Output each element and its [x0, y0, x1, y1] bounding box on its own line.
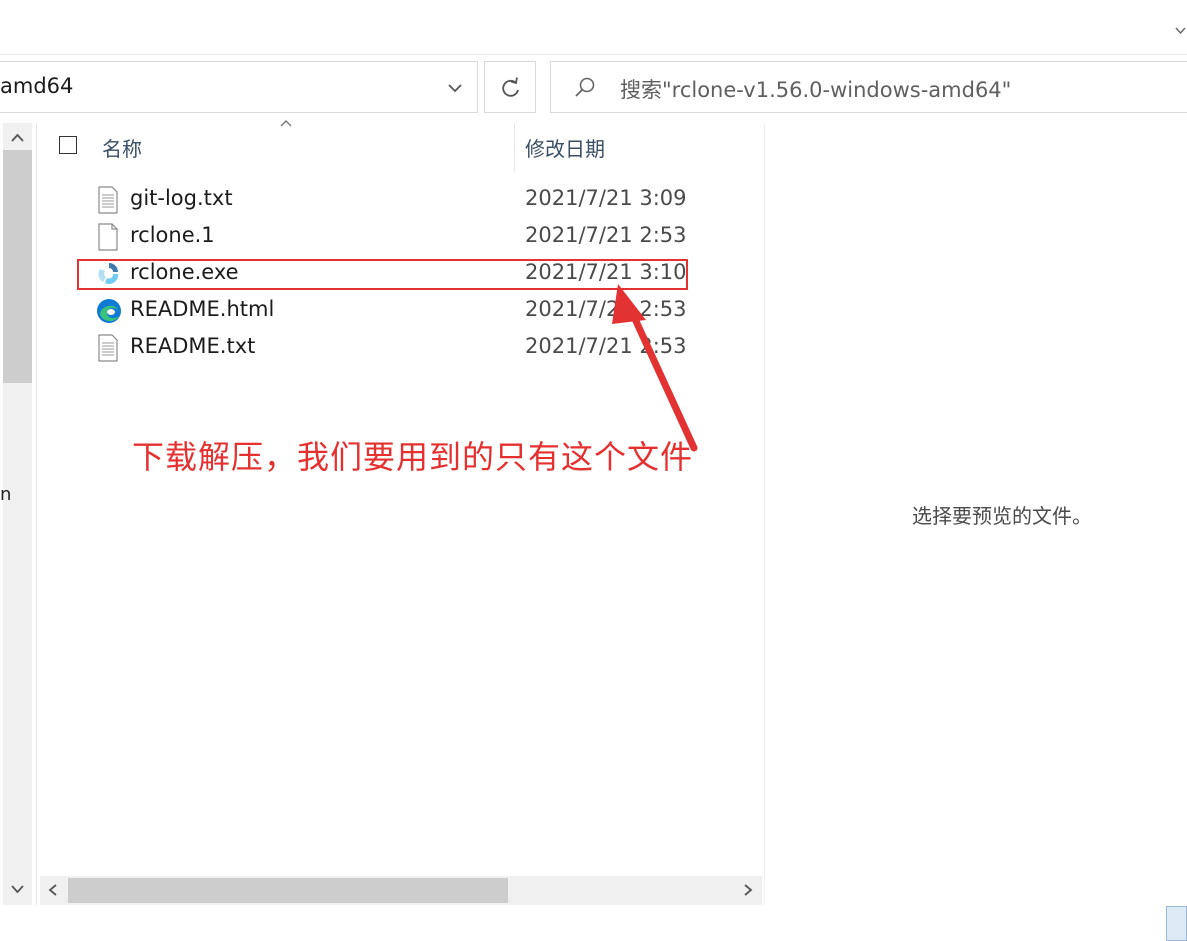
address-history-chevron-down-icon[interactable] [440, 76, 470, 100]
address-path[interactable]: amd64 [0, 74, 73, 98]
select-all-checkbox[interactable] [59, 136, 77, 154]
file-name[interactable]: README.txt [130, 334, 255, 358]
scroll-up-icon[interactable] [3, 126, 32, 150]
file-date: 2021/7/21 3:09 [525, 186, 687, 210]
nav-item-clipped-label[interactable]: n [0, 484, 11, 505]
file-date: 2021/7/21 2:53 [525, 223, 687, 247]
horizontal-scrollbar-thumb[interactable] [68, 878, 508, 903]
file-row[interactable]: git-log.txt 2021/7/21 3:09 [40, 182, 760, 218]
expand-ribbon-chevron-icon[interactable] [1174, 20, 1187, 40]
scroll-right-icon[interactable] [737, 878, 759, 902]
refresh-icon [502, 77, 519, 97]
nav-scrollbar-thumb[interactable] [3, 150, 32, 383]
search-input[interactable]: 搜索"rclone-v1.56.0-windows-amd64" [620, 74, 1011, 104]
file-row[interactable]: rclone.1 2021/7/21 2:53 [40, 219, 760, 255]
text-file-icon [95, 186, 121, 214]
details-view-icon[interactable] [1166, 906, 1187, 941]
column-divider[interactable] [514, 123, 515, 171]
annotation-caption: 下载解压，我们要用到的只有这个文件 [132, 438, 694, 476]
column-header-date-modified[interactable]: 修改日期 [525, 133, 605, 162]
refresh-button[interactable] [484, 61, 536, 113]
scroll-down-icon[interactable] [3, 877, 32, 901]
preview-pane-divider[interactable] [764, 123, 765, 905]
preview-empty-message: 选择要预览的文件。 [912, 504, 1092, 528]
sort-ascending-icon [279, 116, 293, 132]
file-name[interactable]: rclone.1 [130, 223, 215, 247]
search-icon [572, 74, 598, 100]
nav-pane-divider [36, 123, 37, 905]
highlight-rectangle [77, 259, 688, 290]
text-file-icon [95, 334, 121, 362]
ribbon-divider [0, 54, 1187, 55]
column-header-name[interactable]: 名称 [102, 133, 142, 162]
scroll-left-icon[interactable] [42, 878, 64, 902]
blank-file-icon [95, 223, 121, 251]
file-name[interactable]: README.html [130, 297, 274, 321]
edge-browser-icon [95, 297, 121, 325]
file-name[interactable]: git-log.txt [130, 186, 233, 210]
